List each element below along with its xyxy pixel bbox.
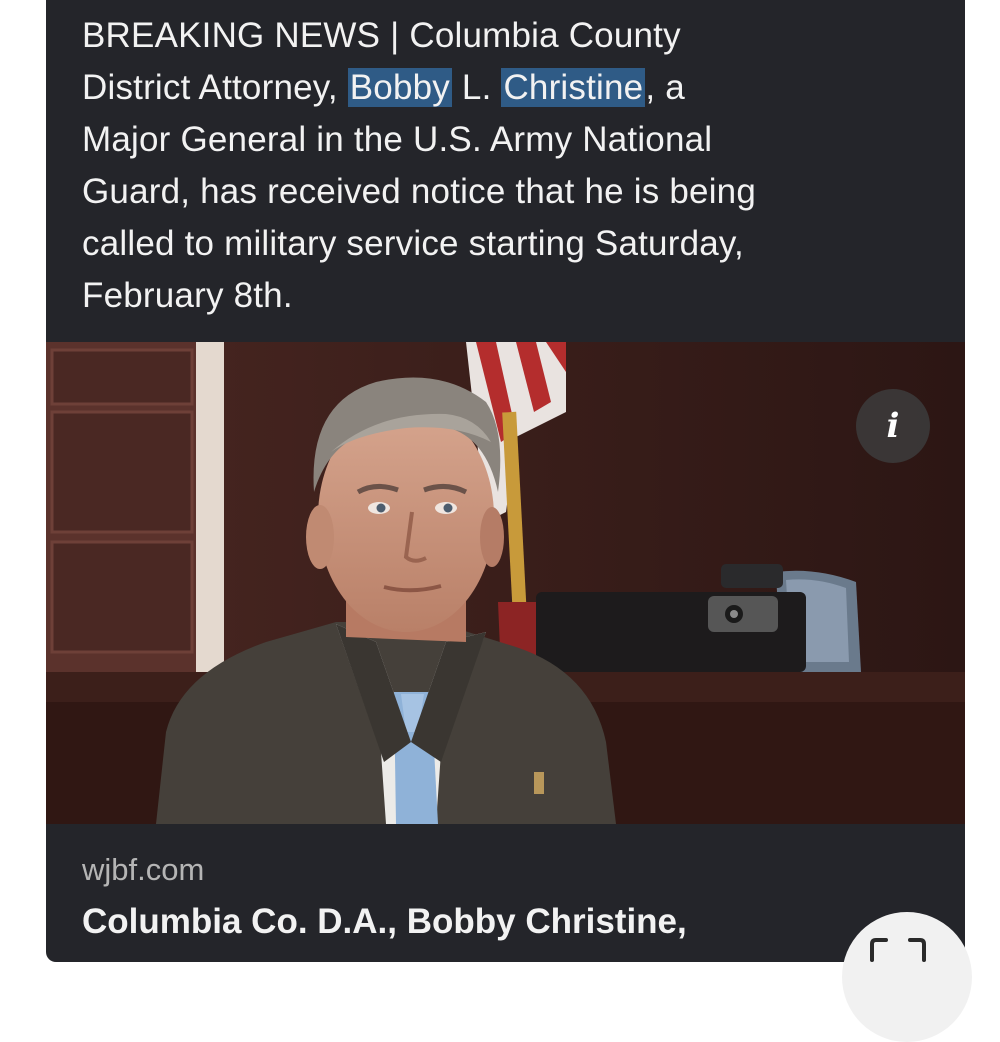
post-line: February 8th.	[82, 276, 293, 315]
info-icon[interactable]: i	[856, 389, 930, 463]
post-line: BREAKING NEWS | Columbia County	[82, 16, 681, 55]
article-photo[interactable]: i	[46, 342, 965, 824]
post-line: Major General in the U.S. Army National	[82, 120, 713, 159]
post-text-segment: L.	[451, 68, 502, 107]
post-body-text: BREAKING NEWS | Columbia County District…	[82, 10, 942, 322]
highlighted-name-bobby[interactable]: Bobby	[347, 68, 452, 107]
post-line: called to military service starting Satu…	[82, 224, 744, 263]
link-source-domain[interactable]: wjbf.com	[82, 852, 204, 888]
post-line: Guard, has received notice that he is be…	[82, 172, 757, 211]
news-post-card[interactable]: BREAKING NEWS | Columbia County District…	[46, 0, 965, 962]
post-line: District Attorney, Bobby L. Christine, a	[82, 62, 942, 114]
post-text-segment: District Attorney,	[82, 68, 348, 107]
highlighted-name-christine[interactable]: Christine	[501, 68, 646, 107]
photo-illustration	[46, 342, 965, 824]
post-text-segment: , a	[645, 68, 685, 107]
white-pillar	[196, 342, 224, 682]
screenshot-button[interactable]	[842, 912, 972, 1042]
link-headline[interactable]: Columbia Co. D.A., Bobby Christine,	[82, 902, 687, 942]
